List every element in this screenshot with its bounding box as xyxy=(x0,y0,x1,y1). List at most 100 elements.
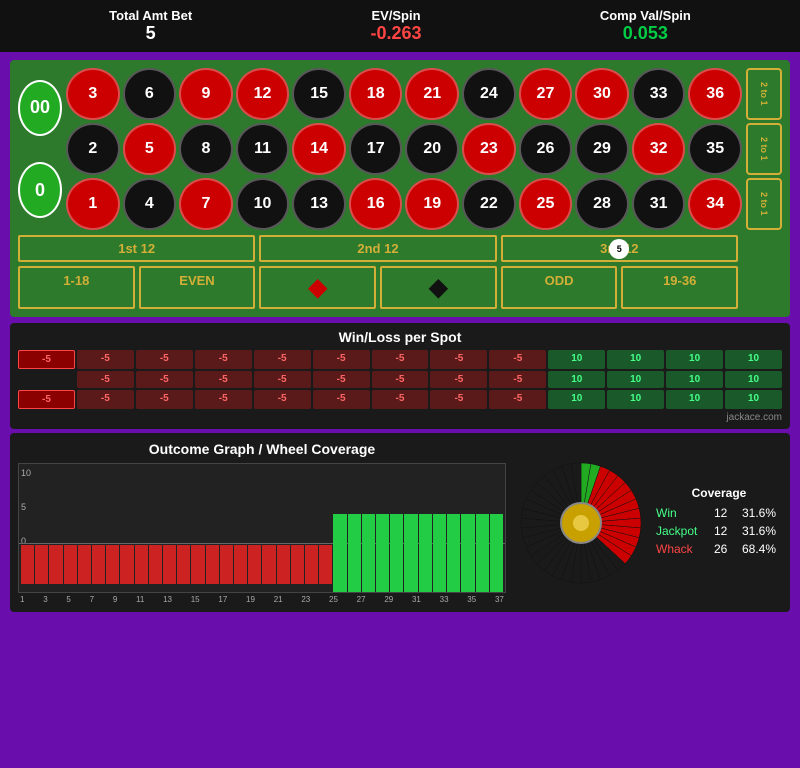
x-label-31: 31 xyxy=(412,595,421,604)
double-zero[interactable]: 00 xyxy=(18,80,62,136)
graph-bar xyxy=(291,464,304,592)
graph-bar xyxy=(149,464,162,592)
number-16[interactable]: 16 xyxy=(349,178,403,230)
graph-bar xyxy=(305,464,318,592)
graph-bar xyxy=(277,464,290,592)
comp-val-section: Comp Val/Spin 0.053 xyxy=(600,8,691,44)
bet-red[interactable] xyxy=(259,266,376,309)
outcome-section: Outcome Graph / Wheel Coverage 10 5 0 -5… xyxy=(10,433,790,612)
x-label-9: 9 xyxy=(113,595,117,604)
number-3[interactable]: 3 xyxy=(66,68,120,120)
coverage-title: Coverage xyxy=(656,486,782,500)
bet-odd[interactable]: ODD xyxy=(501,266,618,309)
graph-bar xyxy=(262,464,275,592)
number-23[interactable]: 23 xyxy=(462,123,516,175)
number-28[interactable]: 28 xyxy=(575,178,629,230)
dozen-1-box[interactable]: 1st 12 xyxy=(18,235,255,262)
number-9[interactable]: 9 xyxy=(179,68,233,120)
number-18[interactable]: 18 xyxy=(349,68,403,120)
graph-bar xyxy=(106,464,119,592)
number-34[interactable]: 34 xyxy=(688,178,742,230)
graph-bar xyxy=(461,464,474,592)
number-33[interactable]: 33 xyxy=(632,68,686,120)
number-35[interactable]: 35 xyxy=(688,123,742,175)
number-17[interactable]: 17 xyxy=(349,123,403,175)
number-12[interactable]: 12 xyxy=(236,68,290,120)
number-36[interactable]: 36 xyxy=(688,68,742,120)
wl-section: Win/Loss per Spot -5-5-5-5-5-5-5-5-51010… xyxy=(10,323,790,429)
col-payout-1[interactable]: 2 to 1 xyxy=(746,68,782,120)
single-zero[interactable]: 0 xyxy=(18,162,62,218)
graph-bar xyxy=(433,464,446,592)
graph-bar xyxy=(248,464,261,592)
wl-cell: -5 xyxy=(195,390,252,409)
number-22[interactable]: 22 xyxy=(462,178,516,230)
red-diamond-icon xyxy=(261,273,374,302)
bottom-bets-row: 1-18 EVEN ODD 19-36 xyxy=(18,266,782,309)
number-13[interactable]: 13 xyxy=(292,178,346,230)
wl-cell: -5 xyxy=(254,350,311,369)
graph-bar xyxy=(78,464,91,592)
x-label-3: 3 xyxy=(43,595,47,604)
graph-bars xyxy=(19,464,505,592)
col-payout-3[interactable]: 2 to 1 xyxy=(746,178,782,230)
comp-val-label: Comp Val/Spin xyxy=(600,8,691,23)
number-21[interactable]: 21 xyxy=(405,68,459,120)
dozen-3-box[interactable]: 3rd 12 5 xyxy=(501,235,738,262)
number-11[interactable]: 11 xyxy=(236,123,290,175)
number-1[interactable]: 1 xyxy=(66,178,120,230)
col-payout-2[interactable]: 2 to 1 xyxy=(746,123,782,175)
dozen-2-box[interactable]: 2nd 12 xyxy=(259,235,496,262)
number-15[interactable]: 15 xyxy=(292,68,346,120)
number-2[interactable]: 2 xyxy=(66,123,120,175)
number-30[interactable]: 30 xyxy=(575,68,629,120)
dozen-row: 1st 12 2nd 12 3rd 12 5 xyxy=(18,235,782,262)
wl-cell: -5 xyxy=(77,371,134,388)
total-amt-bet-value: 5 xyxy=(109,23,192,44)
number-10[interactable]: 10 xyxy=(236,178,290,230)
graph-bar xyxy=(376,464,389,592)
graph-area: Outcome Graph / Wheel Coverage 10 5 0 -5… xyxy=(18,441,506,604)
number-7[interactable]: 7 xyxy=(179,178,233,230)
wl-cell: -5 xyxy=(430,390,487,409)
coverage-win-pct: 31.6% xyxy=(742,506,782,520)
number-24[interactable]: 24 xyxy=(462,68,516,120)
wl-cell: -5 xyxy=(489,371,546,388)
ev-spin-label: EV/Spin xyxy=(370,8,421,23)
number-14[interactable]: 14 xyxy=(292,123,346,175)
number-5[interactable]: 5 xyxy=(123,123,177,175)
number-26[interactable]: 26 xyxy=(519,123,573,175)
wl-cell: 10 xyxy=(666,390,723,409)
graph-bar xyxy=(49,464,62,592)
number-6[interactable]: 6 xyxy=(123,68,177,120)
coverage-jackpot-row: Jackpot 12 31.6% xyxy=(656,524,782,538)
bet-19-36[interactable]: 19-36 xyxy=(621,266,738,309)
wl-cell: 10 xyxy=(666,371,723,388)
number-8[interactable]: 8 xyxy=(179,123,233,175)
x-label-19: 19 xyxy=(246,595,255,604)
wl-cell: -5 xyxy=(372,350,429,369)
number-19[interactable]: 19 xyxy=(405,178,459,230)
betting-rows: 1st 12 2nd 12 3rd 12 5 1-18 EVEN ODD 19-… xyxy=(18,235,782,309)
bet-1-18[interactable]: 1-18 xyxy=(18,266,135,309)
column-payouts: 2 to 1 2 to 1 2 to 1 xyxy=(746,68,782,230)
coverage-jackpot-pct: 31.6% xyxy=(742,524,782,538)
number-4[interactable]: 4 xyxy=(123,178,177,230)
bet-even[interactable]: EVEN xyxy=(139,266,256,309)
wl-cell: -5 xyxy=(313,350,370,369)
wl-cell: -5 xyxy=(313,371,370,388)
number-25[interactable]: 25 xyxy=(519,178,573,230)
wl-cell: -5 xyxy=(489,350,546,369)
wl-cell: -5 xyxy=(195,371,252,388)
number-31[interactable]: 31 xyxy=(632,178,686,230)
wl-cell: 10 xyxy=(607,350,664,369)
number-27[interactable]: 27 xyxy=(519,68,573,120)
number-29[interactable]: 29 xyxy=(575,123,629,175)
graph-bar xyxy=(319,464,332,592)
number-32[interactable]: 32 xyxy=(632,123,686,175)
number-20[interactable]: 20 xyxy=(405,123,459,175)
bet-black[interactable] xyxy=(380,266,497,309)
graph-bar xyxy=(135,464,148,592)
graph-bar xyxy=(177,464,190,592)
x-label-5: 5 xyxy=(66,595,70,604)
